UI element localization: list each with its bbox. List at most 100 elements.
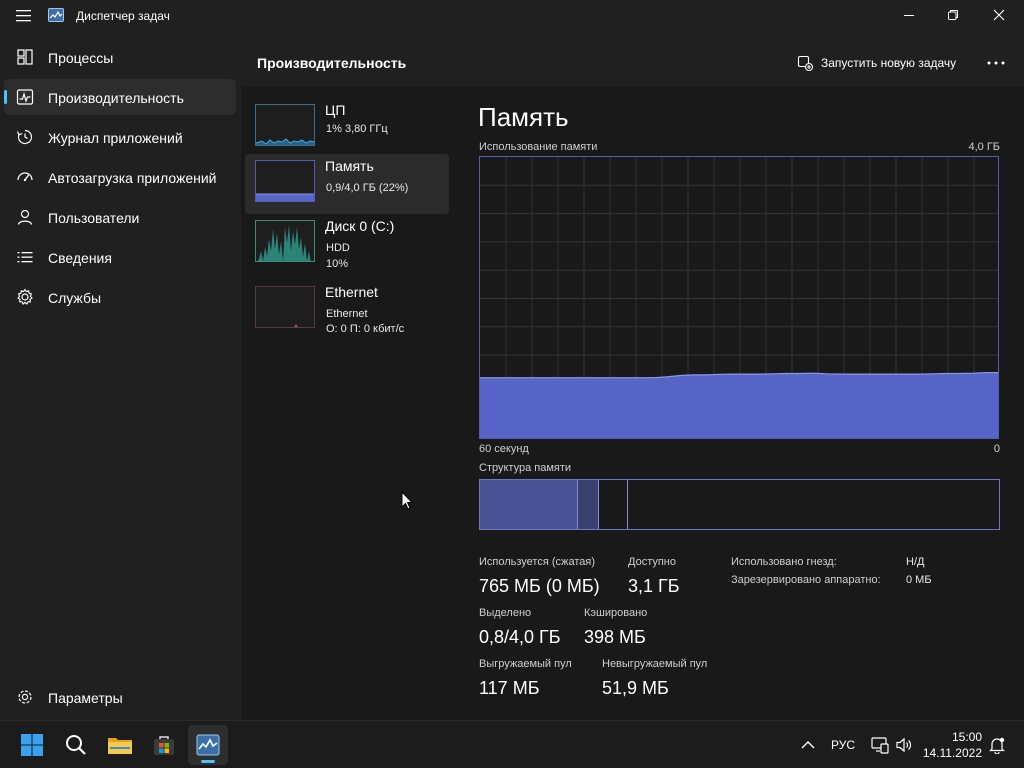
- services-icon: [17, 288, 33, 305]
- more-options-button[interactable]: [981, 52, 1011, 74]
- nav-item-label: Автозагрузка приложений: [48, 170, 217, 186]
- tile-subtitle: Ethernet: [326, 308, 368, 320]
- hardware-reserved-value: 0 МБ: [906, 574, 932, 586]
- nav-item-services[interactable]: Службы: [4, 279, 236, 315]
- nav-item-label: Службы: [48, 290, 102, 306]
- mouse-cursor-icon: [401, 491, 413, 510]
- tile-name: Ethernet: [325, 284, 378, 300]
- page-title: Производительность: [257, 55, 407, 71]
- clock[interactable]: 15:00 14.11.2022: [923, 729, 982, 761]
- memory-structure-bar: [479, 479, 1000, 530]
- windows-start-icon: [21, 734, 43, 756]
- memory-usage-area: [480, 372, 998, 438]
- in-use-value: 765 МБ (0 МБ): [479, 576, 600, 596]
- minimize-button[interactable]: [886, 0, 932, 30]
- nav-item-processes[interactable]: Процессы: [4, 39, 236, 75]
- speaker-icon: [896, 737, 912, 753]
- show-hidden-icons-button[interactable]: [796, 721, 820, 768]
- startup-icon: [17, 172, 33, 182]
- run-new-task-label: Запустить новую задачу: [821, 56, 957, 70]
- search-icon: [66, 735, 86, 755]
- memory-title: Память: [478, 102, 569, 132]
- performance-panel: Производительность Запустить новую задач…: [241, 40, 1024, 720]
- tile-memory[interactable]: Память 0,9/4,0 ГБ (22%): [245, 154, 449, 214]
- restore-button[interactable]: [930, 0, 976, 30]
- search-button[interactable]: [56, 725, 96, 765]
- details-icon: [17, 252, 33, 263]
- nav-item-details[interactable]: Сведения: [4, 239, 236, 275]
- tile-subtitle: HDD: [326, 242, 350, 254]
- window-title: Диспетчер задач: [76, 9, 170, 23]
- settings-gear-icon: [18, 690, 32, 704]
- memory-thumbnail-graph: [255, 160, 315, 202]
- title-bar: Диспетчер задач: [0, 0, 1024, 32]
- start-button[interactable]: [12, 725, 52, 765]
- close-icon: [993, 9, 1005, 21]
- tile-cpu[interactable]: ЦП 1% 3,80 ГГц: [245, 98, 449, 158]
- tile-ethernet[interactable]: Ethernet Ethernet О: 0 П: 0 кбит/с: [245, 280, 449, 340]
- available-value: 3,1 ГБ: [628, 576, 680, 596]
- users-icon: [17, 209, 33, 225]
- memory-usage-label: Использование памяти: [479, 141, 598, 153]
- tile-name: Память: [325, 158, 374, 174]
- file-explorer-button[interactable]: [100, 725, 140, 765]
- nav-item-app-history[interactable]: Журнал приложений: [4, 119, 236, 155]
- settings-label: Параметры: [48, 690, 123, 706]
- notification-bell-icon: [989, 737, 1005, 754]
- navigation-sidebar: Процессы Производительность Журнал прило…: [0, 37, 241, 720]
- tile-subtitle: 0,9/4,0 ГБ (22%): [326, 182, 409, 194]
- notifications-button[interactable]: [988, 721, 1006, 768]
- tile-disk[interactable]: Диск 0 (C:) HDD 10%: [245, 214, 449, 274]
- more-options-icon: [987, 61, 1005, 65]
- settings-button[interactable]: Параметры: [4, 679, 236, 715]
- performance-icon: [16, 89, 34, 105]
- run-new-task-button[interactable]: Запустить новую задачу: [797, 52, 956, 74]
- tile-name: Диск 0 (C:): [325, 218, 395, 234]
- tile-subtitle: 10%: [326, 258, 349, 270]
- task-manager-icon: [196, 734, 220, 756]
- hamburger-menu-icon[interactable]: [12, 6, 36, 26]
- cpu-thumbnail-graph: [255, 104, 315, 146]
- running-indicator: [201, 760, 215, 763]
- tile-name: ЦП: [325, 102, 346, 118]
- volume-button[interactable]: [894, 721, 914, 768]
- language-indicator[interactable]: РУС: [831, 721, 855, 768]
- tile-subtitle: О: 0 П: 0 кбит/с: [326, 323, 405, 335]
- memory-max-label: 4,0 ГБ: [968, 141, 1000, 153]
- nav-item-performance[interactable]: Производительность: [4, 79, 236, 115]
- chevron-up-icon: [801, 741, 815, 749]
- taskbar: РУС 15:00 14.11.2022: [0, 720, 1024, 768]
- nav-item-users[interactable]: Пользователи: [4, 199, 236, 235]
- nav-item-startup-apps[interactable]: Автозагрузка приложений: [4, 159, 236, 195]
- clock-time: 15:00: [951, 730, 982, 744]
- task-manager-taskbar-button[interactable]: [188, 725, 228, 765]
- page-header: Производительность Запустить новую задач…: [241, 40, 1024, 87]
- structure-modified: [578, 480, 599, 529]
- graph-time-left-label: 60 секунд: [479, 443, 529, 455]
- graph-time-right-label: 0: [993, 443, 1000, 455]
- new-task-icon: [797, 55, 813, 71]
- nonpaged-pool-label: Невыгружаемый пул: [602, 658, 708, 670]
- app-history-icon: [16, 129, 33, 145]
- paged-pool-label: Выгружаемый пул: [479, 658, 572, 670]
- restore-icon: [948, 10, 958, 20]
- committed-label: Выделено: [479, 607, 532, 619]
- cached-label: Кэшировано: [584, 607, 648, 619]
- structure-standby: [599, 480, 628, 529]
- microsoft-store-icon: [154, 736, 174, 755]
- network-button[interactable]: [870, 721, 890, 768]
- committed-value: 0,8/4,0 ГБ: [479, 627, 561, 647]
- disk-thumbnail-graph: [255, 220, 315, 262]
- microsoft-store-button[interactable]: [144, 725, 184, 765]
- file-explorer-icon: [108, 738, 132, 754]
- clock-date: 14.11.2022: [922, 746, 982, 760]
- active-indicator: [4, 90, 7, 104]
- minimize-icon: [904, 15, 914, 16]
- hardware-reserved-label: Зарезервировано аппаратно:: [731, 574, 881, 586]
- nav-item-label: Пользователи: [48, 210, 140, 226]
- close-button[interactable]: [976, 0, 1022, 30]
- available-label: Доступно: [628, 556, 677, 568]
- memory-usage-graph: [479, 156, 999, 439]
- slots-used-value: Н/Д: [906, 556, 925, 568]
- cached-value: 398 МБ: [584, 627, 646, 647]
